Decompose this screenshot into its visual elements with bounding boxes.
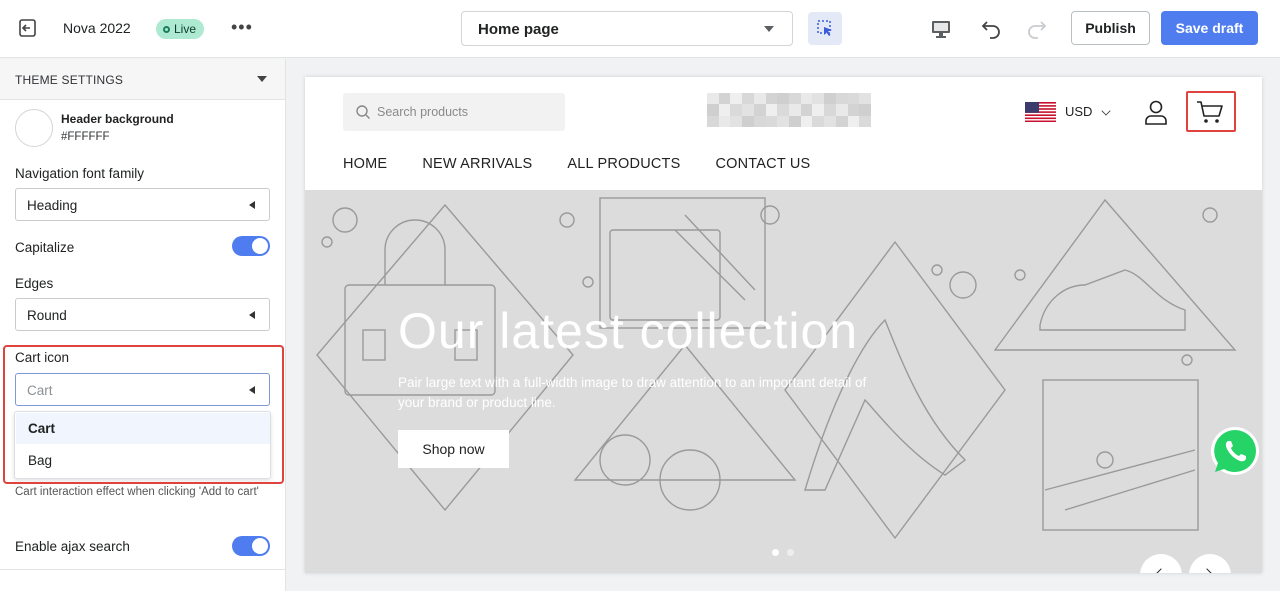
nav-item-all-products[interactable]: ALL PRODUCTS	[567, 156, 680, 172]
undo-icon[interactable]	[979, 16, 1003, 40]
theme-name: Nova 2022	[63, 20, 131, 36]
caret-left-icon	[249, 311, 255, 319]
capitalize-label: Capitalize	[15, 240, 75, 255]
desktop-icon[interactable]	[930, 18, 952, 40]
settings-sidebar: THEME SETTINGS Header background #FFFFFF…	[0, 59, 286, 591]
nav-font-value: Heading	[27, 198, 78, 213]
toggle-knob	[252, 238, 268, 254]
nav-font-select[interactable]: Heading	[15, 188, 270, 221]
header-background-swatch[interactable]	[15, 109, 53, 147]
cart-icon-value: Cart	[27, 383, 53, 398]
search-icon	[356, 105, 370, 119]
capitalize-toggle[interactable]	[232, 236, 270, 256]
shop-now-button[interactable]: Shop now	[398, 430, 509, 468]
search-placeholder: Search products	[377, 105, 469, 119]
divider	[0, 569, 285, 570]
store-search[interactable]: Search products	[343, 93, 565, 131]
hero-banner: Our latest collection Pair large text wi…	[305, 190, 1262, 573]
chevron-down-icon	[257, 76, 267, 82]
nav-item-new-arrivals[interactable]: NEW ARRIVALS	[422, 156, 532, 172]
cart-icon-dropdown: Cart Bag	[14, 411, 271, 479]
edges-value: Round	[27, 308, 67, 323]
store-logo-blurred	[707, 93, 871, 127]
store-preview: Search products USD HOME NEW ARRIVALS AL…	[305, 77, 1262, 573]
header-background-label: Header background	[61, 112, 174, 126]
select-element-icon	[817, 20, 832, 36]
cart-icon-label: Cart icon	[15, 350, 70, 365]
page-selector-label: Home page	[478, 21, 559, 38]
more-actions-button[interactable]: •••	[231, 17, 253, 38]
hero-subtitle: Pair large text with a full-width image …	[398, 375, 867, 410]
exit-icon[interactable]	[18, 18, 38, 38]
edges-label: Edges	[15, 276, 54, 291]
page-selector[interactable]: Home page	[461, 11, 793, 46]
dropdown-option-cart[interactable]: Cart	[16, 413, 270, 444]
caret-left-icon	[249, 386, 255, 394]
whatsapp-icon[interactable]	[1210, 426, 1260, 476]
chevron-left-icon	[1155, 568, 1167, 573]
status-badge: Live	[156, 19, 205, 39]
save-draft-button[interactable]: Save draft	[1161, 11, 1258, 45]
chevron-down-icon	[1101, 106, 1111, 116]
chevron-down-icon	[764, 26, 774, 32]
slide-dot[interactable]	[787, 549, 794, 556]
toggle-knob	[252, 538, 268, 554]
chevron-right-icon	[1201, 568, 1213, 573]
account-icon[interactable]	[1143, 99, 1169, 125]
dropdown-option-bag[interactable]: Bag	[16, 445, 270, 476]
publish-button[interactable]: Publish	[1071, 11, 1150, 45]
slideshow-dots	[772, 549, 794, 556]
slide-dot[interactable]	[772, 549, 779, 556]
option-label: Cart	[28, 421, 56, 436]
status-badge-label: Live	[174, 22, 197, 36]
cart-icon-select[interactable]: Cart	[15, 373, 270, 406]
edges-select[interactable]: Round	[15, 298, 270, 331]
highlight-annotation	[1186, 91, 1236, 132]
redo-icon[interactable]	[1025, 16, 1049, 40]
theme-settings-header[interactable]: THEME SETTINGS	[0, 59, 285, 100]
option-label: Bag	[28, 453, 53, 468]
inspector-button[interactable]	[808, 12, 842, 45]
nav-font-label: Navigation font family	[15, 166, 145, 181]
nav-item-home[interactable]: HOME	[343, 156, 387, 172]
ajax-search-toggle[interactable]	[232, 536, 270, 556]
store-navigation: HOME NEW ARRIVALS ALL PRODUCTS CONTACT U…	[343, 156, 810, 172]
currency-selector[interactable]: USD	[1065, 104, 1092, 119]
nav-item-contact-us[interactable]: CONTACT US	[715, 156, 810, 172]
ajax-search-label: Enable ajax search	[15, 539, 130, 554]
header-background-value: #FFFFFF	[61, 131, 110, 143]
section-title: THEME SETTINGS	[15, 73, 124, 87]
us-flag-icon	[1025, 102, 1056, 122]
live-dot-icon	[163, 25, 170, 33]
hero-title: Our latest collection	[398, 303, 859, 359]
cart-help-text: Cart interaction effect when clicking 'A…	[15, 486, 259, 498]
editor-topbar: Nova 2022 Live ••• Home page Publish Sav…	[0, 0, 1280, 58]
caret-left-icon	[249, 201, 255, 209]
